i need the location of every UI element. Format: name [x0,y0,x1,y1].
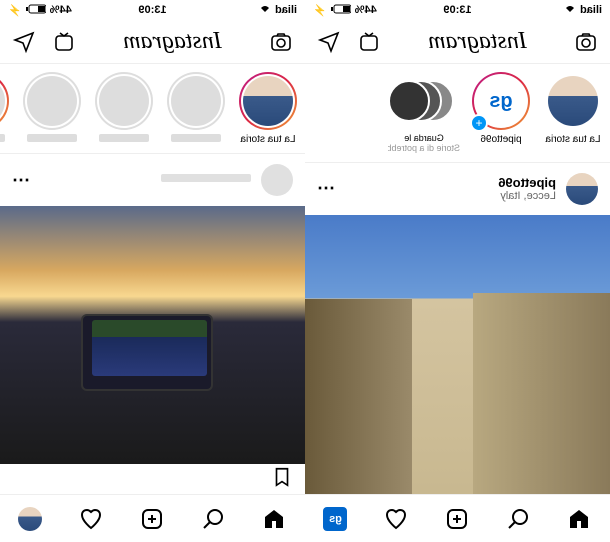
camera-icon[interactable] [269,30,293,54]
clock: 13:09 [443,4,471,16]
story-placeholder[interactable] [165,72,227,145]
stories-tray[interactable]: La tua storia gs + pipetto96 Guarda le S… [305,64,610,163]
app-header: Instagram [0,20,305,64]
tab-search[interactable] [201,506,227,532]
post-location[interactable]: Lecce, Italy [345,190,556,202]
igtv-icon[interactable] [357,30,381,54]
tab-home[interactable] [567,506,593,532]
add-badge-icon: + [470,114,488,132]
tab-bar: gs [305,494,610,542]
post-more-icon[interactable]: ⋯ [12,170,30,191]
tab-add[interactable] [140,506,166,532]
dm-icon[interactable] [317,30,341,54]
post-avatar[interactable] [261,164,293,196]
story-label [27,134,77,142]
battery-icon [331,4,351,17]
charging-icon: ⚡ [313,4,327,17]
instagram-logo: Instagram [123,28,222,55]
post-header[interactable]: ⋯ [0,154,305,206]
tab-activity[interactable] [384,506,410,532]
post-image[interactable] [305,215,610,494]
post-username[interactable]: pipetto96 [345,175,556,190]
tab-search[interactable] [506,506,532,532]
story-label [0,134,5,142]
battery-pct: 44% [355,4,377,16]
post-avatar[interactable] [566,173,598,205]
username-placeholder [161,174,251,182]
story-your-story[interactable]: La tua storia [237,72,299,145]
battery-icon [26,4,46,17]
phone-screen-right: iliad 13:09 44% ⚡ Instagram [305,0,610,542]
tab-gs[interactable]: gs [323,506,349,532]
story-label [99,134,149,142]
carrier-label: iliad [580,4,602,16]
battery-pct: 44% [50,4,72,16]
stories-tray[interactable]: La tua storia [0,64,305,154]
tab-home[interactable] [262,506,288,532]
story-label: Guarda le Storie di a potrebbero [388,134,460,154]
tab-bar [0,494,305,542]
wifi-icon [564,4,576,17]
dm-icon[interactable] [12,30,36,54]
story-label: La tua storia [542,134,604,145]
camera-icon[interactable] [574,30,598,54]
tab-activity[interactable] [79,506,105,532]
post-actions [0,464,305,494]
clock: 13:09 [138,4,166,16]
tab-add[interactable] [445,506,471,532]
charging-icon: ⚡ [8,4,22,17]
story-placeholder[interactable] [21,72,83,145]
post-image[interactable] [0,206,305,464]
bookmark-icon[interactable] [271,466,293,493]
post-more-icon[interactable]: ⋯ [317,178,335,199]
carrier-label: iliad [275,4,297,16]
status-bar: iliad 13:09 44% ⚡ [0,0,305,20]
post-header[interactable]: pipetto96 Lecce, Italy ⋯ [305,163,610,215]
story-label: pipetto96 [470,134,532,145]
story-your-story[interactable]: La tua storia [542,72,604,154]
phone-screen-left: iliad 13:09 44% ⚡ Instagram [0,0,305,542]
story-label [171,134,221,142]
story-user[interactable]: gs + pipetto96 [470,72,532,154]
story-placeholder[interactable] [0,72,11,145]
status-bar: iliad 13:09 44% ⚡ [305,0,610,20]
igtv-icon[interactable] [52,30,76,54]
story-suggestions[interactable]: Guarda le Storie di a potrebbero [388,72,460,154]
wifi-icon [259,4,271,17]
story-placeholder[interactable] [93,72,155,145]
app-header: Instagram [305,20,610,64]
tab-profile[interactable] [18,506,44,532]
story-label: La tua storia [237,134,299,145]
instagram-logo: Instagram [428,28,527,55]
